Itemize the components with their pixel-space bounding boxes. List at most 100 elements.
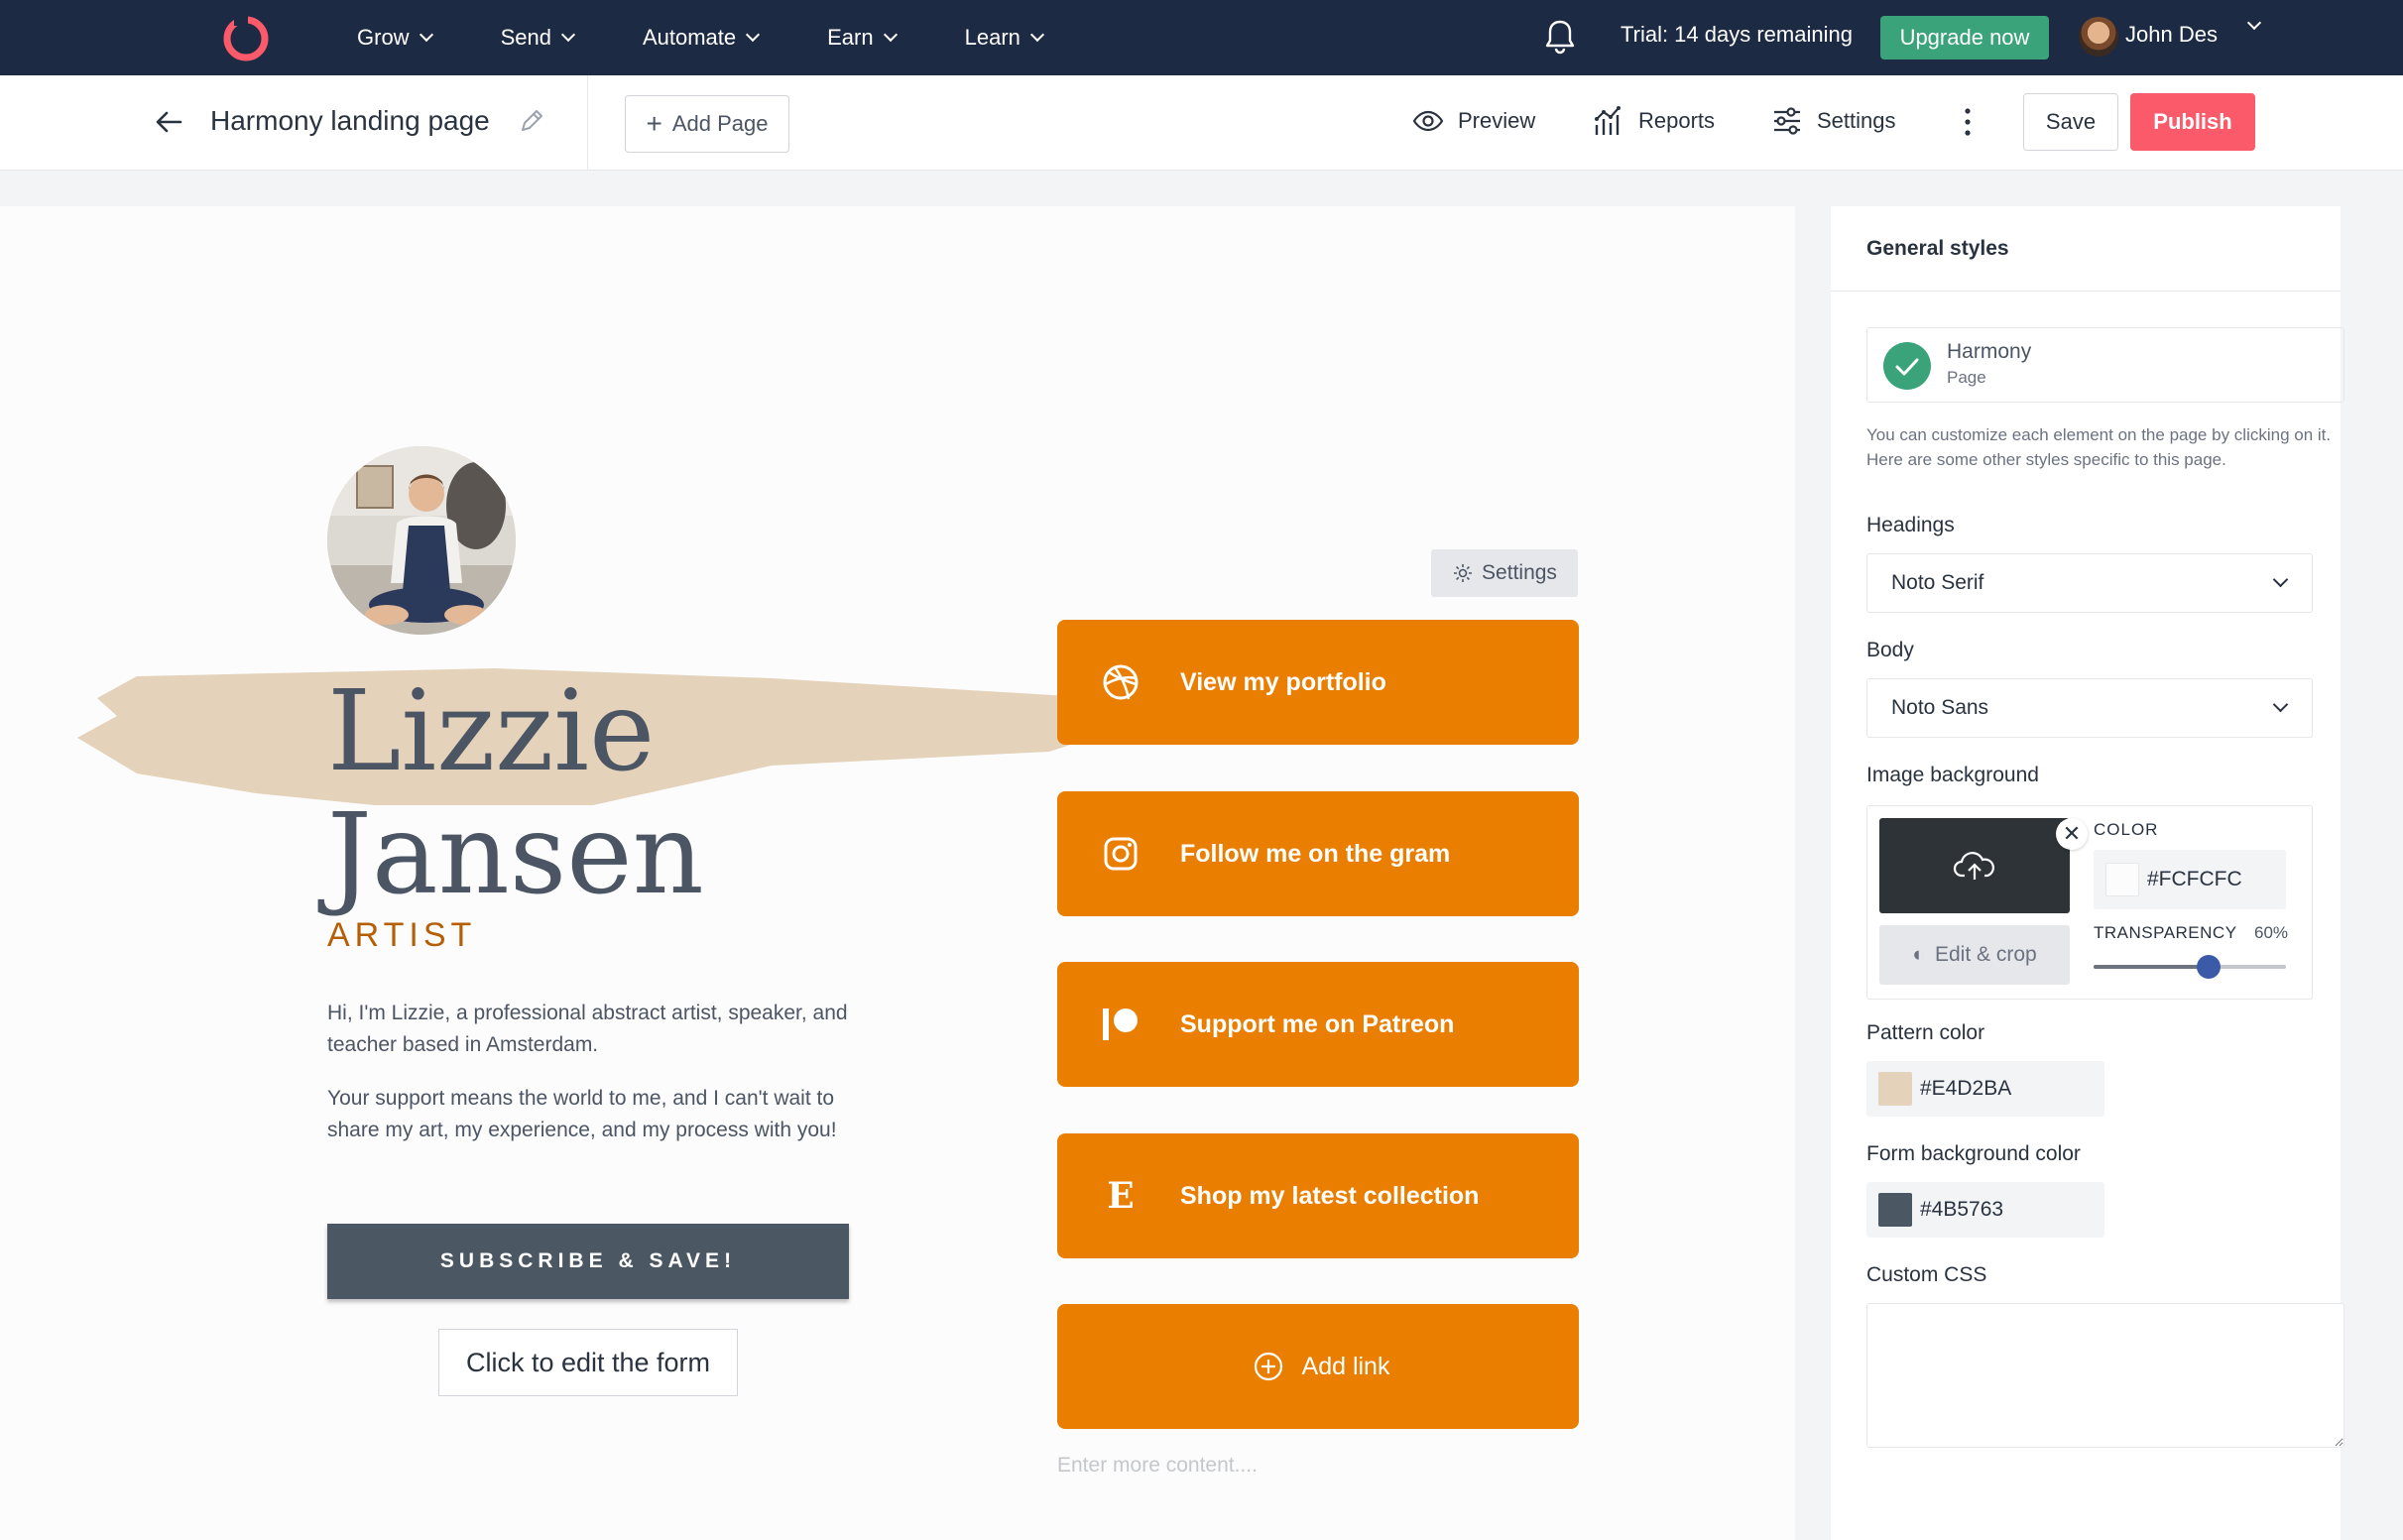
headings-font-select[interactable]: Noto Serif <box>1866 553 2313 613</box>
bio-paragraph: Your support means the world to me, and … <box>327 1087 837 1141</box>
chevron-down-icon <box>419 27 433 43</box>
chevron-down-icon <box>1029 27 1044 43</box>
theme-type: Page <box>1947 368 1986 387</box>
preview-button[interactable]: Preview <box>1412 105 1535 137</box>
bell-icon[interactable] <box>1543 18 1577 56</box>
color-swatch[interactable] <box>1878 1193 1912 1227</box>
chevron-down-icon[interactable] <box>2246 15 2262 31</box>
bio-text[interactable]: Hi, I'm Lizzie, a professional abstract … <box>327 998 853 1168</box>
user-name[interactable]: John Des <box>2125 22 2218 48</box>
main-menu: Grow Send Automate Earn Learn <box>357 0 1112 75</box>
save-button[interactable]: Save <box>2023 93 2118 151</box>
menu-label: Automate <box>642 25 737 50</box>
edit-crop-button[interactable]: ◐ Edit & crop <box>1879 925 2070 985</box>
user-avatar[interactable] <box>2079 17 2118 57</box>
profile-photo[interactable] <box>327 446 516 635</box>
convertkit-logo-icon[interactable] <box>220 12 272 63</box>
dribbble-icon <box>1099 660 1142 704</box>
custom-css-label: Custom CSS <box>1866 1263 1987 1286</box>
image-bg-color-input[interactable]: #FCFCFC <box>2094 850 2286 909</box>
color-swatch[interactable] <box>2105 863 2139 896</box>
form-background-color-input[interactable]: #4B5763 <box>1866 1182 2104 1238</box>
bio-paragraph: Hi, I'm Lizzie, a professional abstract … <box>327 1002 848 1056</box>
add-link-label: Add link <box>1301 1352 1390 1380</box>
link-label: Follow me on the gram <box>1180 839 1451 868</box>
subheading-role[interactable]: ARTIST <box>327 916 476 955</box>
custom-css-textarea[interactable] <box>1866 1303 2344 1448</box>
link-label: Support me on Patreon <box>1180 1009 1455 1038</box>
cloud-upload-icon <box>1953 852 1994 880</box>
chevron-down-icon <box>883 27 898 43</box>
menu-learn[interactable]: Learn <box>965 25 1044 51</box>
menu-send[interactable]: Send <box>500 25 576 51</box>
menu-earn[interactable]: Earn <box>827 25 898 51</box>
links-settings-button[interactable]: Settings <box>1431 549 1578 597</box>
check-circle-icon <box>1883 342 1931 390</box>
link-button-patreon[interactable]: Support me on Patreon <box>1057 962 1579 1087</box>
trial-status: Trial: 14 days remaining <box>1621 22 1853 47</box>
add-page-button[interactable]: + Add Page <box>625 95 789 153</box>
chevron-down-icon <box>746 27 761 43</box>
edit-form-button[interactable]: Click to edit the form <box>438 1329 738 1396</box>
headings-label: Headings <box>1866 514 1955 536</box>
heading-name[interactable]: Lizzie Jansen <box>327 670 704 916</box>
subscribe-button[interactable]: SUBSCRIBE & SAVE! <box>327 1224 849 1299</box>
body-label: Body <box>1866 639 1914 661</box>
remove-image-close-icon[interactable]: ✕ <box>2056 818 2088 850</box>
links-settings-label: Settings <box>1482 561 1557 584</box>
menu-label: Earn <box>827 25 874 50</box>
form-background-color-label: Form background color <box>1866 1142 2081 1165</box>
pencil-icon[interactable] <box>518 107 545 135</box>
menu-label: Send <box>500 25 551 50</box>
general-styles-panel: General styles Harmony Page You can cust… <box>1831 206 2344 1540</box>
divider <box>587 75 588 171</box>
preview-label: Preview <box>1458 108 1536 133</box>
sliders-icon <box>1774 107 1800 135</box>
chevron-down-icon <box>2272 571 2289 588</box>
settings-button[interactable]: Settings <box>1771 105 1896 137</box>
gear-icon <box>1454 564 1473 582</box>
heading-last-name: Jansen <box>327 790 704 919</box>
transparency-label: TRANSPARENCY <box>2094 923 2237 942</box>
instagram-icon <box>1099 832 1142 876</box>
color-swatch[interactable] <box>1878 1072 1912 1106</box>
headings-font-value: Noto Serif <box>1891 571 1984 594</box>
settings-label: Settings <box>1817 108 1896 133</box>
reports-label: Reports <box>1638 108 1716 133</box>
back-arrow-icon[interactable] <box>153 105 186 139</box>
publish-button[interactable]: Publish <box>2130 93 2255 151</box>
pattern-color-value: #E4D2BA <box>1920 1077 2012 1100</box>
body-font-value: Noto Sans <box>1891 696 1989 719</box>
menu-label: Grow <box>357 25 410 50</box>
link-button-portfolio[interactable]: View my portfolio <box>1057 620 1579 745</box>
upgrade-button[interactable]: Upgrade now <box>1880 16 2049 59</box>
plus-icon: + <box>646 108 662 139</box>
link-label: View my portfolio <box>1180 667 1386 696</box>
transparency-slider-fill <box>2094 965 2210 969</box>
top-navigation: Grow Send Automate Earn Learn Trial: 14 … <box>0 0 2403 75</box>
reports-chart-icon <box>1595 106 1621 135</box>
transparency-value: 60% <box>2254 923 2289 942</box>
link-button-etsy[interactable]: E Shop my latest collection <box>1057 1133 1579 1258</box>
theme-card[interactable]: Harmony Page <box>1866 327 2344 403</box>
body-font-select[interactable]: Noto Sans <box>1866 678 2313 738</box>
transparency-slider[interactable] <box>2094 955 2286 979</box>
more-options-icon[interactable] <box>1964 105 1972 139</box>
menu-grow[interactable]: Grow <box>357 25 433 51</box>
etsy-icon: E <box>1099 1174 1142 1218</box>
editor-toolbar: Harmony landing page + Add Page Preview R… <box>0 75 2403 171</box>
profile-photo-image <box>327 446 516 635</box>
eye-icon <box>1412 110 1444 132</box>
heading-first-name: Lizzie <box>327 667 656 796</box>
menu-automate[interactable]: Automate <box>642 25 761 51</box>
add-link-button[interactable]: Add link <box>1057 1304 1579 1429</box>
page-title[interactable]: Harmony landing page <box>210 105 490 137</box>
crop-circle-icon: ◐ <box>1912 943 1925 966</box>
form-background-color-value: #4B5763 <box>1920 1198 2004 1221</box>
enter-more-content-placeholder[interactable]: Enter more content.... <box>1057 1454 1258 1478</box>
image-uploader[interactable]: ✕ <box>1879 818 2088 913</box>
link-button-instagram[interactable]: Follow me on the gram <box>1057 791 1579 916</box>
transparency-slider-handle[interactable] <box>2197 955 2222 979</box>
pattern-color-input[interactable]: #E4D2BA <box>1866 1061 2104 1117</box>
reports-button[interactable]: Reports <box>1593 105 1715 137</box>
